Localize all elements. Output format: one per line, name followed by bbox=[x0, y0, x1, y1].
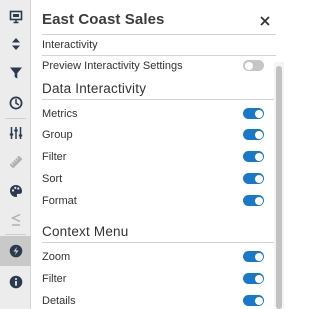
ruler-icon bbox=[0, 147, 31, 177]
sliders-icon[interactable] bbox=[0, 118, 31, 148]
sort-arrows-icon[interactable] bbox=[0, 29, 31, 59]
preview-interactivity-toggle[interactable] bbox=[243, 60, 264, 71]
metrics-toggle[interactable] bbox=[243, 108, 264, 119]
zoom-toggle[interactable] bbox=[243, 251, 264, 262]
sidebar-rail bbox=[0, 0, 31, 309]
interactivity-panel: East Coast Sales Interactivity Preview I… bbox=[31, 0, 288, 309]
context-filter-toggle[interactable] bbox=[243, 273, 264, 284]
palette-icon[interactable] bbox=[0, 176, 31, 206]
details-label: Details bbox=[42, 295, 76, 307]
group-label: Group bbox=[42, 129, 73, 141]
info-icon[interactable] bbox=[0, 267, 31, 297]
title-divider bbox=[42, 34, 276, 35]
presentation-icon[interactable] bbox=[0, 2, 31, 32]
data-interactivity-heading: Data Interactivity bbox=[42, 81, 147, 96]
details-toggle[interactable] bbox=[243, 295, 264, 306]
context-menu-divider bbox=[42, 242, 276, 243]
scrollbar-thumb[interactable] bbox=[276, 66, 282, 309]
preview-interactivity-label: Preview Interactivity Settings bbox=[42, 60, 183, 72]
lightning-icon[interactable] bbox=[0, 236, 31, 266]
group-toggle[interactable] bbox=[243, 129, 264, 140]
context-menu-heading: Context Menu bbox=[42, 224, 129, 239]
filter-label: Filter bbox=[42, 151, 67, 163]
interactivity-label: Interactivity bbox=[42, 39, 98, 51]
chevron-equal-icon bbox=[0, 205, 31, 235]
filter-toggle[interactable] bbox=[243, 151, 264, 162]
sort-label: Sort bbox=[42, 173, 63, 185]
format-toggle[interactable] bbox=[243, 195, 264, 206]
interactivity-divider bbox=[42, 55, 276, 56]
context-filter-label: Filter bbox=[42, 273, 67, 285]
sort-toggle[interactable] bbox=[243, 173, 264, 184]
format-label: Format bbox=[42, 195, 77, 207]
panel-title: East Coast Sales bbox=[42, 11, 165, 28]
zoom-label: Zoom bbox=[42, 251, 71, 263]
data-interactivity-divider bbox=[42, 99, 276, 100]
close-icon[interactable] bbox=[257, 13, 273, 29]
clock-icon[interactable] bbox=[0, 88, 31, 118]
filter-icon[interactable] bbox=[0, 58, 31, 88]
metrics-label: Metrics bbox=[42, 108, 78, 120]
